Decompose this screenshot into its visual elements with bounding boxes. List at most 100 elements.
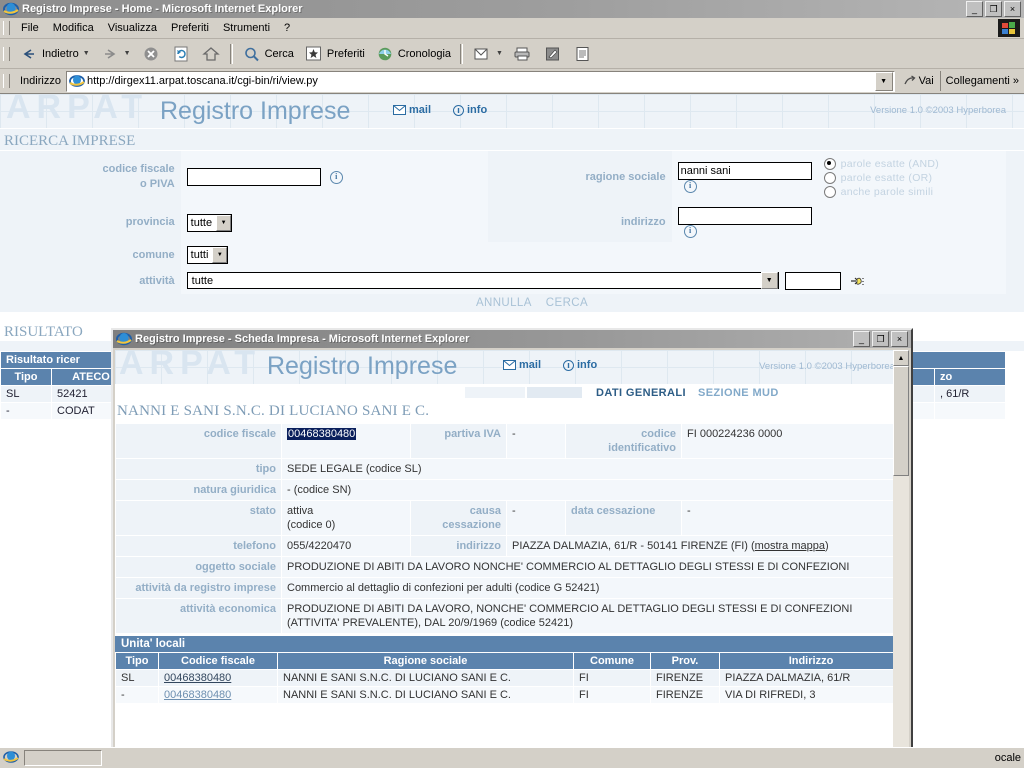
address-dropdown-icon[interactable]: ▼ (874, 71, 893, 91)
minimize-button[interactable]: _ (966, 1, 983, 17)
menu-file[interactable]: File (14, 20, 46, 36)
codice-fiscale-input[interactable] (186, 168, 321, 186)
unita-codice-fiscale-link-2[interactable]: 00468380480 (164, 689, 231, 701)
tab-spacer-right (527, 387, 582, 398)
menubar-grip[interactable] (3, 21, 10, 35)
unita-cell-tipo-1: SL (115, 669, 159, 687)
radio-parole-esatte-or[interactable]: parole esatte (OR) (823, 171, 1000, 185)
child-close-button[interactable]: × (891, 331, 908, 347)
stop-button[interactable] (136, 40, 166, 68)
table-row[interactable]: - 00468380480 NANNI E SANI S.N.C. DI LUC… (115, 686, 903, 704)
back-button[interactable]: Indietro ▼ (14, 40, 95, 68)
mail-button[interactable]: ▼ (467, 40, 508, 68)
detail-row-oggetto-sociale: oggetto sociale PRODUZIONE DI ABITI DA L… (115, 556, 903, 578)
child-maximize-button[interactable]: ❐ (872, 331, 889, 347)
ragione-sociale-info-icon[interactable]: i (683, 179, 697, 193)
close-button[interactable]: × (1004, 1, 1021, 17)
indirizzo-input[interactable] (677, 207, 812, 225)
tab-sezione-mud[interactable]: SEZIONE MUD (692, 387, 785, 399)
comune-chevron-down-icon[interactable]: ▼ (212, 247, 228, 263)
unita-cell-codice-fiscale-2: 00468380480 (158, 686, 278, 704)
unita-col-tipo: Tipo (115, 652, 159, 670)
history-button[interactable]: Cronologia (370, 40, 456, 68)
printer-icon (513, 44, 533, 64)
scroll-thumb[interactable] (893, 366, 909, 476)
home-button[interactable] (196, 40, 226, 68)
back-dropdown-icon[interactable]: ▼ (83, 50, 90, 57)
codice-fiscale-selected-text: 00468380480 (287, 428, 357, 440)
unita-col-comune: Comune (573, 652, 651, 670)
child-info-link[interactable]: info (563, 359, 597, 371)
indirizzo-text: PIAZZA DALMAZIA, 61/R - 50141 FIRENZE (F… (512, 540, 755, 552)
menu-strumenti[interactable]: Strumenti (216, 20, 277, 36)
codice-fiscale-info-icon[interactable]: i (329, 170, 343, 184)
table-row[interactable]: SL 00468380480 NANNI E SANI S.N.C. DI LU… (115, 669, 903, 687)
provincia-chevron-down-icon[interactable]: ▼ (216, 214, 232, 231)
go-button[interactable]: Vai (897, 74, 940, 88)
mail-dropdown-icon[interactable]: ▼ (496, 50, 503, 57)
restore-button[interactable]: ❐ (985, 1, 1002, 17)
radio-or-icon[interactable] (823, 172, 836, 184)
forward-dropdown-icon[interactable]: ▼ (124, 50, 131, 57)
menu-preferiti[interactable]: Preferiti (164, 20, 216, 36)
radio-simili-icon[interactable] (823, 186, 836, 198)
unita-locali-caption: Unita' locali (115, 636, 909, 652)
radio-and-icon[interactable] (823, 158, 836, 170)
indirizzo-info-icon[interactable]: i (683, 225, 697, 238)
detail-row-tipo: tipo SEDE LEGALE (codice SL) (115, 458, 903, 480)
search-button[interactable]: Cerca (237, 40, 299, 68)
forward-button[interactable]: ▼ (95, 40, 136, 68)
annulla-button[interactable]: ANNULLA (476, 297, 532, 309)
menu-visualizza[interactable]: Visualizza (101, 20, 164, 36)
scroll-up-button[interactable]: ▲ (893, 350, 909, 366)
address-input[interactable]: http://dirgex11.arpat.toscana.it/cgi-bin… (65, 70, 895, 92)
radio-parole-esatte-and[interactable]: parole esatte (AND) (823, 157, 1000, 171)
child-page-title: Registro Imprese (267, 352, 458, 380)
provincia-select-value: tutte (190, 216, 213, 229)
mail-link[interactable]: mail (393, 104, 431, 116)
spacer-cell-2 (488, 242, 672, 268)
detail-row-attivita-economica: attività economica PRODUZIONE DI ABITI D… (115, 598, 903, 634)
address-bar-grip[interactable] (3, 74, 10, 88)
attivita-chevron-down-icon[interactable]: ▼ (760, 272, 778, 290)
address-label: Indirizzo (20, 75, 61, 87)
ragione-sociale-input[interactable] (677, 161, 812, 180)
detail-label-natura-giuridica: natura giuridica (115, 479, 282, 501)
mostra-mappa-link[interactable]: mostra mappa (755, 540, 825, 552)
mail-link-label: mail (409, 104, 432, 116)
links-button[interactable]: Collegamenti » (939, 71, 1024, 91)
history-button-label: Cronologia (397, 47, 452, 60)
internet-explorer-icon (3, 2, 19, 16)
child-vertical-scrollbar[interactable]: ▲ ▼ (893, 350, 909, 766)
discuss-button[interactable] (568, 40, 598, 68)
cerca-button[interactable]: CERCA (546, 297, 588, 309)
tab-dati-generali[interactable]: DATI GENERALI (590, 387, 692, 399)
child-document: ARPAT Registro Imprese mail info Version… (115, 350, 909, 766)
comune-select[interactable]: tutti ▼ (186, 246, 229, 264)
child-window-scheda-impresa[interactable]: Registro Imprese - Scheda Impresa - Micr… (111, 328, 913, 768)
edit-button[interactable] (538, 40, 568, 68)
child-minimize-button[interactable]: _ (853, 331, 870, 347)
screen: Registro Imprese - Home - Microsoft Inte… (0, 0, 1024, 768)
favorites-button[interactable]: Preferiti (299, 40, 370, 68)
detail-value-codice-identificativo: FI 000224236 0000 (681, 423, 903, 459)
toolbar-grip[interactable] (3, 46, 10, 61)
menu-help[interactable]: ? (277, 20, 297, 36)
search-form: codice fiscaleo PIVA i ragione sociale i (0, 151, 1024, 313)
provincia-select[interactable]: tutte ▼ (186, 213, 233, 232)
detail-value-attivita-registro: Commercio al dettaglio di confezioni per… (281, 577, 903, 599)
radio-simili-label: anche parole simili (840, 186, 934, 198)
info-link[interactable]: info (453, 104, 487, 116)
child-mail-link[interactable]: mail (503, 359, 541, 371)
unita-locali-table: Tipo Codice fiscale Ragione sociale Comu… (115, 652, 903, 704)
pointing-hand-icon[interactable] (850, 274, 865, 288)
attivita-code-input[interactable] (784, 272, 841, 290)
scroll-track[interactable] (893, 476, 909, 750)
radio-parole-simili[interactable]: anche parole simili (823, 185, 1000, 199)
unita-codice-fiscale-link-1[interactable]: 00468380480 (164, 672, 231, 684)
print-button[interactable] (508, 40, 538, 68)
attivita-select[interactable]: tutte ▼ (186, 272, 779, 290)
menu-modifica[interactable]: Modifica (46, 20, 101, 36)
refresh-button[interactable] (166, 40, 196, 68)
page-banner: ARPAT Registro Imprese mail info Version… (0, 94, 1024, 129)
